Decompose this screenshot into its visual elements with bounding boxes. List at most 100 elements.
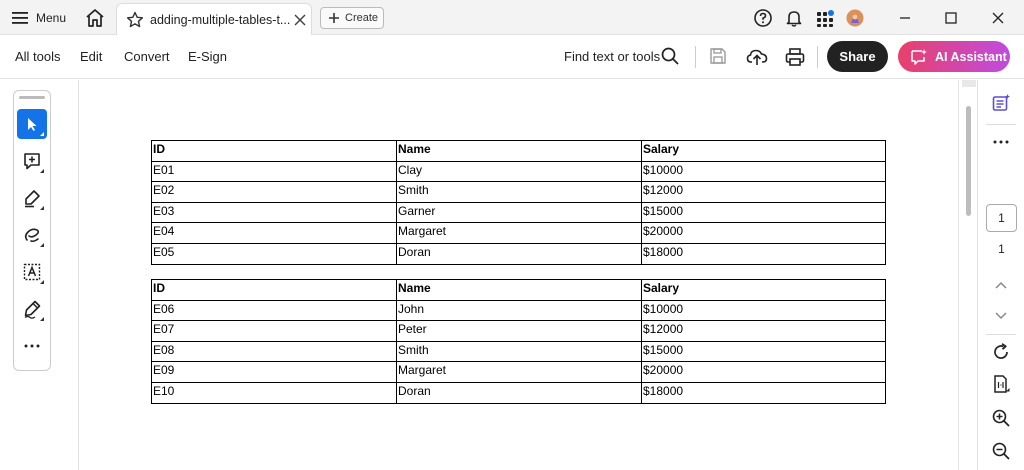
table-cell: Clay <box>396 160 642 183</box>
drag-handle[interactable] <box>19 96 45 99</box>
more-tools-icon <box>24 344 40 348</box>
ai-summary-button[interactable] <box>990 92 1012 114</box>
upload-button[interactable] <box>746 46 768 68</box>
table-cell: $15000 <box>641 340 886 363</box>
zoom-out-button[interactable] <box>990 440 1012 462</box>
sign-tool[interactable] <box>17 294 47 324</box>
more-tools-button[interactable] <box>17 331 47 361</box>
page-down-icon <box>995 312 1007 320</box>
menu-button[interactable]: Menu <box>12 8 66 28</box>
table-row: E02 Smith $12000 <box>151 181 886 203</box>
document-view[interactable]: ID Name Salary E01 Clay $10000 E02 Smith… <box>79 80 945 470</box>
table-row: E08 Smith $15000 <box>151 340 886 363</box>
table-cell: E06 <box>151 299 397 322</box>
tab-title: adding-multiple-tables-t... <box>150 13 290 27</box>
print-icon <box>785 48 805 66</box>
edit-link[interactable]: Edit <box>80 49 102 64</box>
esign-link[interactable]: E-Sign <box>188 49 227 64</box>
add-comment-tool[interactable] <box>17 146 47 176</box>
table-cell: $15000 <box>641 201 886 224</box>
rotate-button[interactable] <box>990 341 1012 363</box>
table-cell: Smith <box>396 340 642 363</box>
table-row: E04 Margaret $20000 <box>151 222 886 244</box>
table-cell: $20000 <box>641 222 886 244</box>
plus-icon <box>329 13 339 23</box>
search-icon <box>661 47 679 65</box>
avatar-icon <box>846 9 864 27</box>
zoom-out-icon <box>992 442 1010 460</box>
table-cell: John <box>396 299 642 322</box>
draw-tool[interactable] <box>17 220 47 250</box>
star-icon[interactable] <box>126 11 144 29</box>
table-cell: $12000 <box>641 320 886 342</box>
find-text-label[interactable]: Find text or tools <box>564 49 660 64</box>
create-button[interactable]: Create <box>320 7 384 29</box>
submenu-indicator <box>40 243 44 247</box>
notifications-button[interactable] <box>784 8 804 28</box>
submenu-indicator <box>40 317 44 321</box>
table-cell: E03 <box>151 201 397 224</box>
table-cell: Peter <box>396 320 642 342</box>
page-up-button[interactable] <box>990 274 1012 296</box>
page-down-button[interactable] <box>990 305 1012 327</box>
close-icon[interactable] <box>293 13 307 27</box>
table-cell: E08 <box>151 340 397 363</box>
zoom-in-button[interactable] <box>990 407 1012 429</box>
table-cell: $18000 <box>641 242 886 265</box>
upload-icon <box>746 49 768 65</box>
table-header-cell: Salary <box>641 140 886 162</box>
avatar[interactable] <box>845 8 865 28</box>
text-tool[interactable] <box>17 257 47 287</box>
maximize-icon <box>945 12 957 24</box>
table-row: E01 Clay $10000 <box>151 160 886 183</box>
scroll-thumb[interactable] <box>966 106 971 216</box>
table-header-cell: ID <box>151 279 397 301</box>
page-up-icon <box>995 281 1007 289</box>
table-header-row: ID Name Salary <box>151 140 886 162</box>
window-close-button[interactable] <box>988 8 1008 28</box>
table-header-cell: Name <box>396 279 642 301</box>
title-bar: Menu adding-multiple-tables-t... Create <box>0 0 1024 35</box>
table-header-row: ID Name Salary <box>151 279 886 301</box>
highlighter-icon <box>25 190 40 208</box>
hamburger-icon <box>12 12 28 24</box>
table-cell: Doran <box>396 381 642 404</box>
table-row: E06 John $10000 <box>151 299 886 322</box>
help-button[interactable] <box>753 8 773 28</box>
minimize-icon <box>900 17 910 19</box>
draw-freeform-icon <box>24 228 40 243</box>
table-row: E09 Margaret $20000 <box>151 361 886 383</box>
submenu-indicator <box>40 206 44 210</box>
rail-divider <box>986 124 1016 125</box>
bell-icon <box>786 11 802 27</box>
maximize-button[interactable] <box>941 8 961 28</box>
search-button[interactable] <box>660 46 682 68</box>
select-tool[interactable] <box>17 109 47 139</box>
save-button[interactable] <box>708 46 730 68</box>
document-tab[interactable]: adding-multiple-tables-t... <box>116 3 312 35</box>
left-tool-rail <box>0 80 79 470</box>
vertical-scrollbar[interactable] <box>958 80 976 470</box>
print-button[interactable] <box>784 46 806 68</box>
highlight-tool[interactable] <box>17 183 47 213</box>
table-cell: E01 <box>151 160 397 183</box>
table-row: E10 Doran $18000 <box>151 381 886 404</box>
ai-summary-icon <box>992 94 1010 111</box>
table-row: E07 Peter $12000 <box>151 320 886 342</box>
home-button[interactable] <box>84 7 106 29</box>
apps-button[interactable] <box>815 8 835 28</box>
help-icon <box>754 9 772 27</box>
current-page-input[interactable]: 1 <box>986 204 1017 232</box>
convert-link[interactable]: Convert <box>124 49 170 64</box>
add-comment-icon <box>24 153 40 170</box>
fit-page-icon <box>994 375 1010 393</box>
table-cell: $10000 <box>641 299 886 322</box>
all-tools-link[interactable]: All tools <box>15 49 61 64</box>
table-cell: Margaret <box>396 222 642 244</box>
ai-assistant-label: AI Assistant <box>935 49 1007 64</box>
more-options-button[interactable] <box>990 131 1012 153</box>
minimize-button[interactable] <box>895 8 915 28</box>
ai-assistant-button[interactable]: AI Assistant <box>898 41 1010 72</box>
share-button[interactable]: Share <box>827 41 888 72</box>
fit-page-button[interactable] <box>990 373 1012 395</box>
